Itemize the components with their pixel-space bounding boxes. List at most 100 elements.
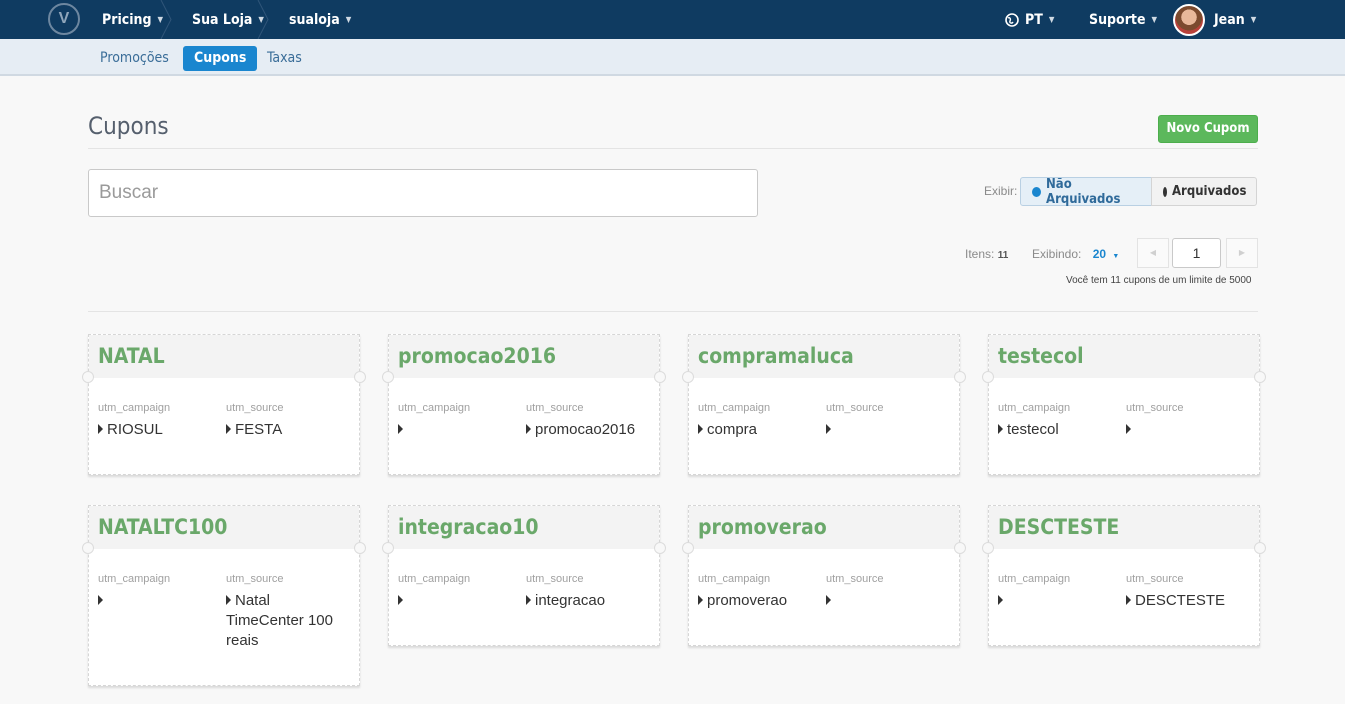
user-menu[interactable]: Jean ▼ [1173, 0, 1256, 39]
coupon-name[interactable]: integracao10 [389, 506, 659, 549]
caret-right-icon [698, 595, 703, 605]
tab-cupons[interactable]: Cupons [183, 46, 258, 71]
coupon-card[interactable]: DESCTESTE utm_campaign utm_source DESCTESTE [982, 505, 1266, 646]
divider [88, 311, 1258, 312]
prev-page-button[interactable]: ◀ [1137, 238, 1169, 268]
divider [88, 148, 1258, 149]
utm-campaign-label: utm_campaign [698, 402, 771, 414]
ticket-notch [954, 371, 966, 383]
sub-navbar: Promoções Cupons Taxas [0, 39, 1345, 76]
filter-archived-radio[interactable]: Arquivados [1151, 177, 1257, 206]
ticket-notch [82, 371, 94, 383]
caret-down-icon: ▼ [1112, 253, 1120, 260]
ticket-notch [82, 542, 94, 554]
utm-campaign-value [98, 591, 223, 611]
per-page-selector[interactable]: Exibindo: 20 ▼ [1032, 247, 1119, 261]
coupon-name[interactable]: testecol [989, 335, 1259, 378]
tab-taxas[interactable]: Taxas [256, 46, 313, 71]
items-count: Itens: 11 [965, 247, 1009, 261]
chevron-down-icon: ▼ [345, 15, 352, 24]
coupon-name[interactable]: compramaluca [689, 335, 959, 378]
breadcrumb-store[interactable]: Sua Loja ▼ [192, 0, 264, 39]
utm-source-value: Natal TimeCenter 100 reais [226, 592, 333, 649]
ticket-notch [354, 371, 366, 383]
caret-right-icon [826, 595, 831, 605]
utm-source-label: utm_source [1126, 573, 1184, 585]
utm-campaign-value [398, 591, 523, 611]
language-selector[interactable]: PT ▼ [1005, 0, 1054, 39]
coupon-card[interactable]: NATAL utm_campaign utm_source RIOSUL FESTA [82, 334, 366, 475]
next-page-button[interactable]: ▶ [1226, 238, 1258, 268]
coupon-name[interactable]: NATALTC100 [89, 506, 359, 549]
caret-right-icon [998, 595, 1003, 605]
utm-campaign-label: utm_campaign [98, 573, 171, 585]
support-menu[interactable]: Suporte ▼ [1089, 0, 1157, 39]
caret-right-icon [526, 424, 531, 434]
utm-source-value: integracao [526, 591, 651, 611]
utm-source-label: utm_source [526, 402, 584, 414]
caret-right-icon [526, 595, 531, 605]
utm-campaign-label: utm_campaign [398, 402, 471, 414]
ticket-notch [982, 542, 994, 554]
coupon-name[interactable]: promocao2016 [389, 335, 659, 378]
utm-campaign-value: compra [698, 420, 823, 440]
tab-promocoes[interactable]: Promoções [89, 46, 180, 71]
caret-right-icon [998, 424, 1003, 434]
ticket-notch [1254, 542, 1266, 554]
caret-right-icon [698, 424, 703, 434]
breadcrumb-pricing[interactable]: Pricing ▼ [102, 0, 163, 39]
utm-source-label: utm_source [526, 573, 584, 585]
ticket-notch [954, 542, 966, 554]
caret-right-icon [226, 424, 231, 434]
utm-campaign-value: promoverao [698, 591, 823, 611]
radio-empty-icon [1163, 186, 1167, 197]
coupon-name[interactable]: DESCTESTE [989, 506, 1259, 549]
utm-source-value [826, 420, 951, 440]
filter-not-archived-radio[interactable]: Não Arquivados [1020, 177, 1152, 207]
coupon-card[interactable]: promoverao utm_campaign utm_source promover… [682, 505, 966, 646]
utm-source-label: utm_source [226, 402, 284, 414]
ticket-notch [382, 371, 394, 383]
utm-source-label: utm_source [826, 402, 884, 414]
filter-label: Exibir: [984, 184, 1018, 198]
coupon-card[interactable]: promocao2016 utm_campaign utm_source promoc… [382, 334, 666, 475]
coupon-card[interactable]: compramaluca utm_campaign utm_source compra [682, 334, 966, 475]
utm-source-label: utm_source [1126, 402, 1184, 414]
ticket-notch [354, 542, 366, 554]
page-title: Cupons [88, 112, 169, 140]
coupon-name[interactable]: promoverao [689, 506, 959, 549]
top-navbar: V Pricing ▼ Sua Loja ▼ sualoja ▼ PT ▼ Suport… [0, 0, 1345, 39]
page-number-input[interactable]: 1 [1172, 238, 1221, 268]
ticket-notch [382, 542, 394, 554]
coupon-card[interactable]: testecol utm_campaign utm_source testecol [982, 334, 1266, 475]
utm-campaign-value: RIOSUL [98, 420, 223, 440]
coupon-card[interactable]: NATALTC100 utm_campaign utm_source Natal Ti… [82, 505, 366, 686]
coupon-name[interactable]: NATAL [89, 335, 359, 378]
ticket-notch [682, 371, 694, 383]
search-input[interactable] [88, 169, 758, 217]
new-coupon-button[interactable]: Novo Cupom [1158, 115, 1258, 143]
utm-source-label: utm_source [226, 573, 284, 585]
utm-campaign-label: utm_campaign [698, 573, 771, 585]
utm-source-value: promocao2016 [526, 420, 651, 440]
ticket-notch [682, 542, 694, 554]
caret-right-icon [398, 424, 403, 434]
coupon-limit-text: Você tem 11 cupons de um limite de 5000 [1066, 275, 1252, 286]
caret-right-icon [398, 595, 403, 605]
coupon-card[interactable]: integracao10 utm_campaign utm_sourceintegr… [382, 505, 666, 646]
ticket-notch [1254, 371, 1266, 383]
radio-selected-icon [1032, 186, 1042, 197]
utm-campaign-value [998, 591, 1123, 611]
caret-right-icon [826, 424, 831, 434]
utm-campaign-label: utm_campaign [998, 573, 1071, 585]
breadcrumb-separator [160, 0, 172, 39]
chevron-down-icon: ▼ [1151, 15, 1158, 24]
utm-campaign-label: utm_campaign [398, 573, 471, 585]
breadcrumb-separator [257, 0, 269, 39]
utm-source-label: utm_source [826, 573, 884, 585]
logo-icon[interactable]: V [48, 3, 80, 35]
breadcrumb-account[interactable]: sualoja ▼ [289, 0, 351, 39]
chevron-down-icon: ▼ [1250, 15, 1257, 24]
ticket-notch [982, 371, 994, 383]
caret-right-icon [98, 424, 103, 434]
